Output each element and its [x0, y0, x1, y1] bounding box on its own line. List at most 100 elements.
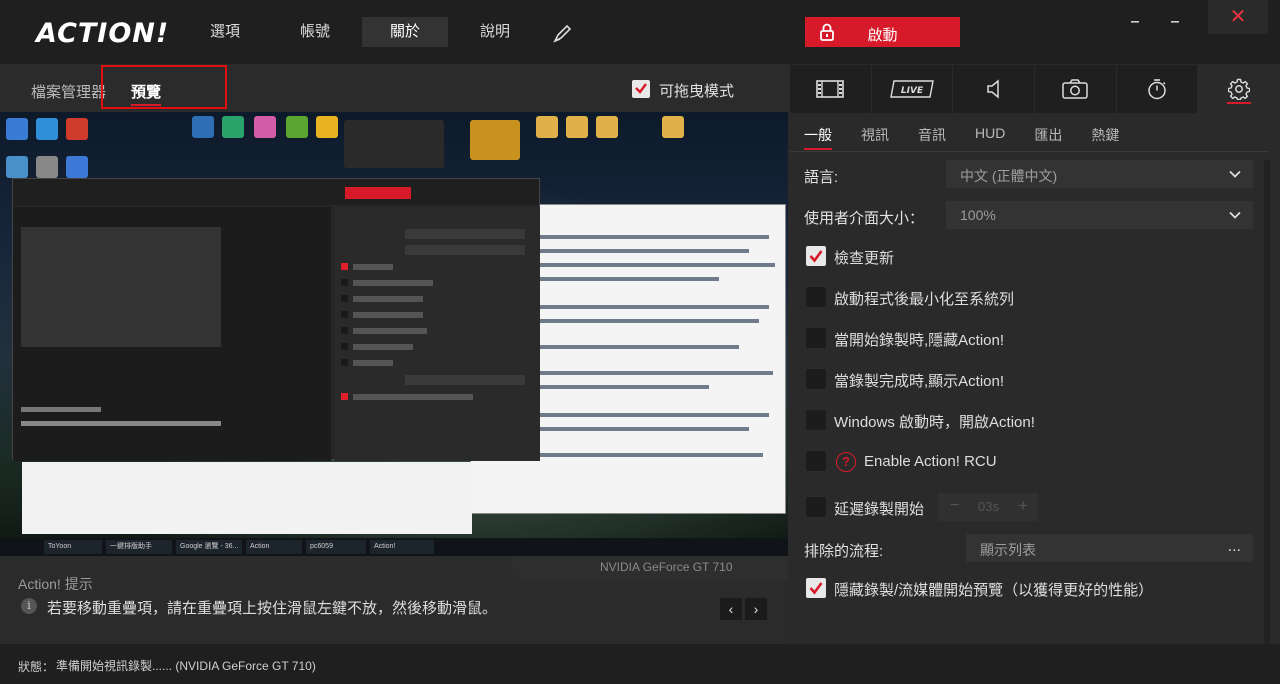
- desktop-icon: [192, 116, 214, 138]
- desktop-icon: [286, 116, 308, 138]
- tab-audio[interactable]: [953, 65, 1035, 113]
- ui-size-select[interactable]: 100%: [946, 201, 1253, 229]
- subtab-audio[interactable]: 音訊: [918, 125, 946, 145]
- app-logo: ACTION!: [36, 18, 170, 49]
- enable-rcu-label: Enable Action! RCU: [864, 453, 997, 470]
- ui-size-value: 100%: [960, 207, 996, 223]
- box-icon: [470, 120, 520, 160]
- desktop-icon: [596, 116, 618, 138]
- check-updates-checkbox[interactable]: [806, 246, 826, 266]
- desktop-icon: [316, 116, 338, 138]
- subtab-video[interactable]: 視訊: [861, 125, 889, 145]
- live-icon-text: LIVE: [901, 86, 924, 96]
- tips-prev-button[interactable]: ‹: [720, 598, 742, 620]
- highlight-box: [101, 65, 227, 109]
- close-button[interactable]: ✕: [1208, 0, 1268, 34]
- settings-subtabs: 一般 視訊 音訊 HUD 匯出 熱鍵: [804, 125, 1148, 150]
- hide-on-record-checkbox[interactable]: [806, 328, 826, 348]
- delay-value: 03s: [978, 499, 999, 514]
- minimize-alt-icon[interactable]: [1168, 12, 1182, 26]
- record-button-label: 啟動: [867, 27, 898, 44]
- pen-icon[interactable]: [552, 22, 574, 44]
- minimize-icon[interactable]: [1128, 12, 1142, 26]
- tips-title: Action! 提示: [18, 576, 93, 592]
- taskbar-item: 一鍵排版助手(MyE...: [106, 540, 172, 554]
- tab-video-recording[interactable]: [790, 65, 871, 113]
- drag-mode-checkbox[interactable]: [632, 80, 650, 98]
- camera-icon: [1062, 79, 1089, 99]
- subtab-hotkeys[interactable]: 熱鍵: [1091, 125, 1119, 145]
- nav-account[interactable]: 帳號: [272, 17, 358, 47]
- check-updates-label: 檢查更新: [834, 250, 895, 267]
- show-after-record-checkbox[interactable]: [806, 369, 826, 389]
- start-with-windows-label: Windows 啟動時，開啟Action!: [834, 414, 1035, 431]
- nav-options[interactable]: 選項: [182, 17, 268, 47]
- tab-screenshot[interactable]: [1035, 65, 1116, 113]
- taskbar-item: ToYoon: [44, 540, 102, 554]
- language-select[interactable]: 中文 (正體中文): [946, 160, 1253, 188]
- rcu-info-icon[interactable]: ?: [836, 452, 856, 472]
- stepper-minus-icon[interactable]: −: [950, 497, 959, 515]
- subtab-general[interactable]: 一般: [804, 125, 832, 150]
- gpu-overlay-text: NVIDIA GeForce GT 710: [600, 560, 733, 574]
- main-nav: 選項 帳號 關於 說明: [182, 17, 542, 47]
- taskbar-item: Action!: [370, 540, 434, 554]
- desktop-icon: [222, 116, 244, 138]
- stepper-plus-icon[interactable]: +: [1018, 496, 1028, 516]
- nav-help[interactable]: 說明: [452, 17, 538, 47]
- background-window: [22, 462, 472, 534]
- desktop-icon: [566, 116, 588, 138]
- language-value: 中文 (正體中文): [960, 168, 1058, 184]
- live-icon: LIVE: [890, 80, 934, 98]
- start-with-windows-checkbox[interactable]: [806, 410, 826, 430]
- screen-preview[interactable]: ToYoon 一鍵排版助手(MyE... Google 瀏覽 - 36... A…: [0, 112, 788, 556]
- desktop-icon: [662, 116, 684, 138]
- settings-icon-tabs: LIVE: [790, 65, 1280, 113]
- excluded-processes-value: 顯示列表: [980, 542, 1036, 558]
- desktop-icon: [66, 156, 88, 178]
- drag-mode-label: 可拖曳模式: [659, 83, 735, 100]
- delay-start-checkbox[interactable]: [806, 497, 826, 517]
- timer-icon: [1148, 79, 1166, 100]
- delay-stepper[interactable]: − 03s +: [938, 493, 1038, 521]
- status-text: 準備開始視訊錄製...... (NVIDIA GeForce GT 710): [56, 659, 316, 673]
- desktop-icon: [6, 156, 28, 178]
- taskbar-item: Google 瀏覽 - 36...: [176, 540, 242, 554]
- hide-preview-label: 隱藏錄製/流媒體開始預覽（以獲得更好的性能）: [834, 582, 1154, 599]
- gear-icon: [1227, 78, 1250, 100]
- status-label: 狀態：: [18, 660, 55, 674]
- hide-on-record-label: 當開始錄製時,隱藏Action!: [834, 332, 1005, 349]
- desktop-icon: [254, 116, 276, 138]
- language-label: 語言:: [804, 169, 839, 186]
- chevron-down-icon: [1229, 170, 1241, 178]
- hide-preview-checkbox[interactable]: [806, 578, 826, 598]
- checkmark-icon: [809, 582, 823, 595]
- desktop-icon: [36, 118, 58, 140]
- taskbar-item: Action: [246, 540, 302, 554]
- tab-file-manager[interactable]: 檔案管理器: [31, 81, 106, 102]
- excluded-processes-label: 排除的流程:: [804, 543, 884, 560]
- minimize-to-tray-label: 啟動程式後最小化至系統列: [834, 291, 1015, 308]
- ui-size-label: 使用者介面大小：: [804, 210, 925, 227]
- checkmark-icon: [635, 83, 647, 94]
- tips-next-button[interactable]: ›: [745, 598, 767, 620]
- divider: [790, 151, 1268, 152]
- record-button[interactable]: 啟動: [805, 17, 960, 47]
- tab-timer[interactable]: [1116, 65, 1198, 113]
- film-icon: [816, 80, 845, 98]
- enable-rcu-checkbox[interactable]: [806, 451, 826, 471]
- excluded-processes-select[interactable]: 顯示列表 ...: [966, 534, 1253, 562]
- taskbar-item: pc6059: [306, 540, 366, 554]
- more-button[interactable]: ...: [1228, 538, 1241, 556]
- desktop-icon: [536, 116, 558, 138]
- subtab-export[interactable]: 匯出: [1034, 125, 1062, 145]
- nav-about[interactable]: 關於: [362, 17, 448, 47]
- subtab-hud[interactable]: HUD: [975, 125, 1005, 145]
- tab-settings[interactable]: [1198, 65, 1280, 113]
- minimize-to-tray-checkbox[interactable]: [806, 287, 826, 307]
- tab-live[interactable]: LIVE: [871, 65, 953, 113]
- settings-scrollbar[interactable]: [1264, 160, 1270, 644]
- tips-text: 若要移動重疊項，請在重疊項上按住滑鼠左鍵不放，然後移動滑鼠。: [47, 600, 498, 617]
- desktop-icon: [6, 118, 28, 140]
- checkmark-icon: [809, 250, 823, 263]
